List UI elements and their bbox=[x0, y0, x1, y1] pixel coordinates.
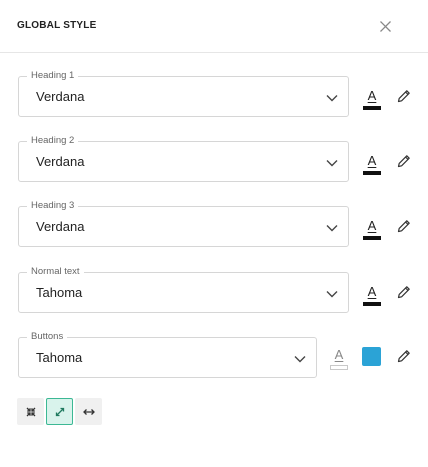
buttons-label: Buttons bbox=[27, 331, 68, 343]
collapse-icon bbox=[26, 407, 36, 417]
font-color-icon: A bbox=[367, 88, 377, 103]
normal-text-font-color-swatch bbox=[363, 302, 381, 306]
chevron-down-icon bbox=[294, 352, 306, 364]
heading2-font-select[interactable]: Heading 2 Verdana bbox=[18, 135, 349, 182]
panel-header: GLOBAL STYLE bbox=[0, 0, 428, 53]
heading1-label: Heading 1 bbox=[27, 70, 79, 82]
chevron-down-icon bbox=[326, 156, 338, 168]
close-icon[interactable] bbox=[378, 19, 393, 34]
font-color-icon: A bbox=[367, 284, 377, 299]
heading1-font-color-swatch bbox=[363, 106, 381, 110]
buttons-font-value: Tahoma bbox=[36, 350, 83, 365]
buttons-font-color-swatch bbox=[330, 365, 348, 370]
heading3-font-select[interactable]: Heading 3 Verdana bbox=[18, 200, 349, 247]
heading2-label: Heading 2 bbox=[27, 135, 79, 147]
global-style-panel: GLOBAL STYLE Heading 1 Verdana A Heading… bbox=[0, 0, 428, 467]
normal-text-edit-pencil-icon[interactable] bbox=[396, 284, 412, 300]
expand-diagonal-button[interactable] bbox=[46, 398, 73, 425]
buttons-background-color-swatch[interactable] bbox=[362, 347, 381, 366]
font-color-icon: A bbox=[334, 347, 344, 362]
expand-diagonal-icon bbox=[55, 407, 65, 417]
font-color-icon: A bbox=[367, 218, 377, 233]
buttons-font-select[interactable]: Buttons Tahoma bbox=[18, 331, 317, 378]
collapse-button[interactable] bbox=[17, 398, 44, 425]
buttons-edit-pencil-icon[interactable] bbox=[396, 348, 412, 364]
heading2-font-value: Verdana bbox=[36, 154, 85, 169]
heading2-edit-pencil-icon[interactable] bbox=[396, 153, 412, 169]
chevron-down-icon bbox=[326, 91, 338, 103]
heading1-font-color-button[interactable]: A bbox=[362, 88, 382, 114]
font-color-icon: A bbox=[367, 153, 377, 168]
buttons-font-color-button[interactable]: A bbox=[329, 347, 349, 373]
horizontal-resize-icon bbox=[83, 409, 95, 415]
panel-title: GLOBAL STYLE bbox=[17, 20, 97, 31]
heading1-edit-pencil-icon[interactable] bbox=[396, 88, 412, 104]
heading3-font-color-button[interactable]: A bbox=[362, 218, 382, 244]
heading3-font-value: Verdana bbox=[36, 219, 85, 234]
normal-text-font-color-button[interactable]: A bbox=[362, 284, 382, 310]
normal-text-font-select[interactable]: Normal text Tahoma bbox=[18, 266, 349, 313]
heading2-font-color-button[interactable]: A bbox=[362, 153, 382, 179]
chevron-down-icon bbox=[326, 221, 338, 233]
heading2-font-color-swatch bbox=[363, 171, 381, 175]
horizontal-resize-button[interactable] bbox=[75, 398, 102, 425]
heading1-font-value: Verdana bbox=[36, 89, 85, 104]
chevron-down-icon bbox=[326, 287, 338, 299]
size-toolbar bbox=[17, 398, 102, 425]
heading1-font-select[interactable]: Heading 1 Verdana bbox=[18, 70, 349, 117]
normal-text-font-value: Tahoma bbox=[36, 285, 83, 300]
heading3-edit-pencil-icon[interactable] bbox=[396, 218, 412, 234]
heading3-label: Heading 3 bbox=[27, 200, 79, 212]
heading3-font-color-swatch bbox=[363, 236, 381, 240]
normal-text-label: Normal text bbox=[27, 266, 84, 278]
